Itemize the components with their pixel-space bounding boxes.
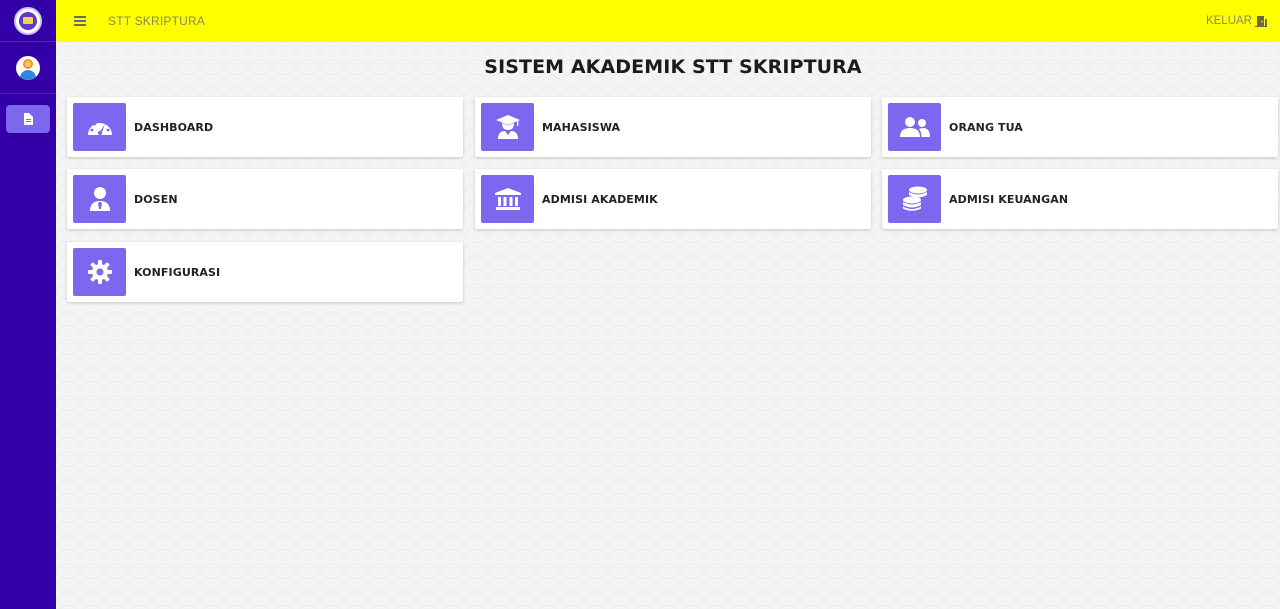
app-title[interactable]: STT SKRIPTURA: [108, 14, 205, 28]
card-tile: [73, 248, 126, 296]
card-label: MAHASISWA: [542, 120, 621, 134]
brand[interactable]: [0, 0, 56, 42]
card-dashboard[interactable]: DASHBOARD: [67, 97, 463, 157]
card-konfigurasi[interactable]: KONFIGURASI: [67, 242, 463, 302]
card-label: DASHBOARD: [134, 120, 214, 134]
card-tile: [73, 175, 126, 223]
card-tile: [481, 175, 534, 223]
avatar[interactable]: [16, 55, 40, 80]
card-label: ORANG TUA: [949, 120, 1023, 134]
users-icon: [899, 117, 930, 137]
card-label: DOSEN: [134, 192, 178, 206]
page-title: SISTEM AKADEMIK STT SKRIPTURA: [484, 56, 862, 78]
card-tile: [888, 103, 941, 151]
speedometer-icon: [87, 120, 112, 135]
main-content: SISTEM AKADEMIK STT SKRIPTURA DASHBOARD: [56, 42, 1280, 609]
topbar: STT SKRIPTURA KELUAR: [56, 0, 1280, 42]
document-icon: [24, 113, 33, 125]
card-dosen[interactable]: DOSEN: [67, 169, 463, 229]
card-admisi-keuangan[interactable]: ADMISI KEUANGAN: [882, 169, 1278, 229]
card-admisi-akademik[interactable]: ADMISI AKADEMIK: [475, 169, 871, 229]
door-exit-icon: [1255, 16, 1267, 27]
coins-icon: [902, 186, 927, 211]
card-label: ADMISI KEUANGAN: [949, 192, 1069, 206]
card-orang-tua[interactable]: ORANG TUA: [882, 97, 1278, 157]
card-tile: [73, 103, 126, 151]
logout-label: KELUAR: [1205, 15, 1252, 27]
logo: [14, 6, 42, 35]
user-tie-icon: [89, 187, 110, 211]
card-tile: [888, 175, 941, 223]
gear-icon: [87, 260, 112, 284]
university-icon: [494, 188, 521, 210]
logout-button[interactable]: KELUAR: [1206, 15, 1268, 27]
user-panel: [0, 42, 56, 94]
card-label: KONFIGURASI: [134, 265, 221, 279]
card-label: ADMISI AKADEMIK: [542, 192, 658, 206]
menu-toggle-icon[interactable]: [74, 14, 86, 28]
sidebar-item-documents[interactable]: [6, 105, 50, 133]
graduate-icon: [495, 115, 520, 139]
sidebar: [0, 0, 56, 609]
card-mahasiswa[interactable]: MAHASISWA: [475, 97, 871, 157]
card-tile: [481, 103, 534, 151]
